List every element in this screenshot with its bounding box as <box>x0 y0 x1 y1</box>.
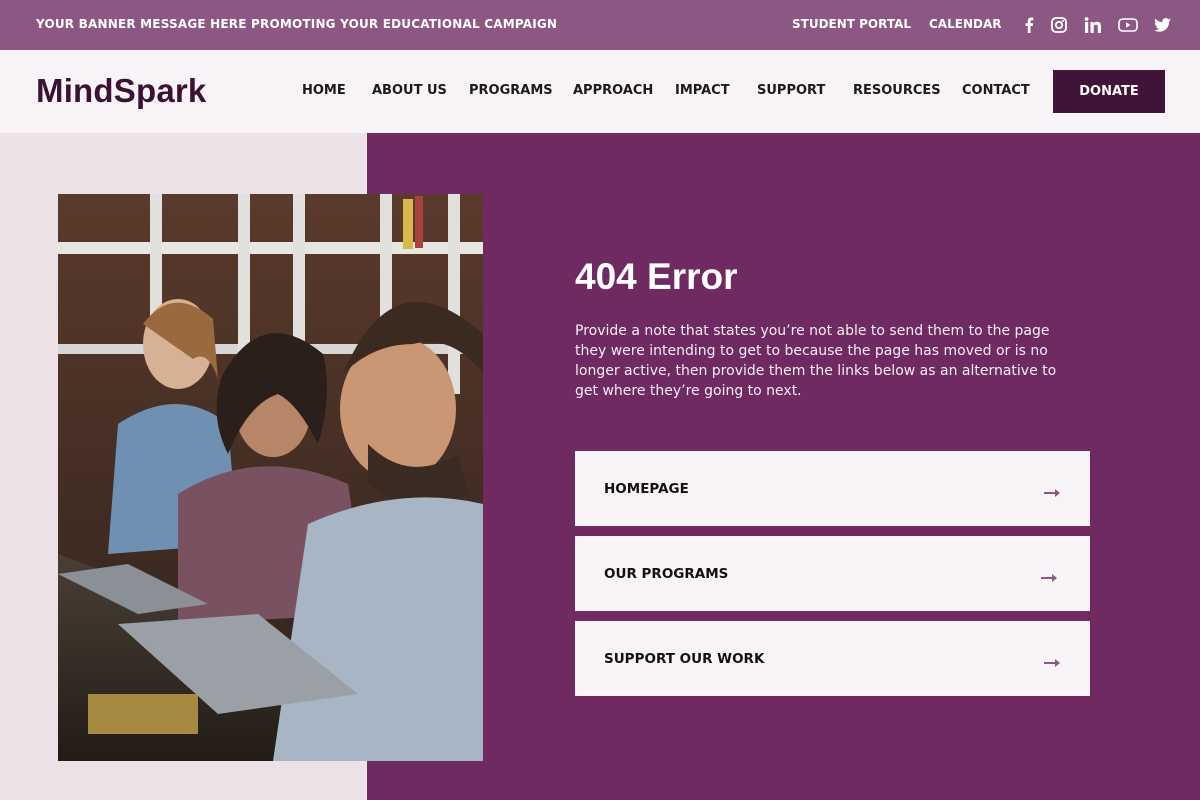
nav-item-about-us[interactable]: ABOUT US <box>372 83 447 98</box>
nav-item-approach[interactable]: APPROACH <box>573 83 653 98</box>
linkedin-icon[interactable] <box>1082 14 1104 36</box>
main-nav: MindSpark HOME ABOUT US PROGRAMS APPROAC… <box>0 50 1200 133</box>
students-photo <box>58 194 483 761</box>
twitter-icon[interactable] <box>1151 14 1173 36</box>
arrow-right-icon <box>1044 483 1062 502</box>
our-programs-link-card[interactable]: OUR PROGRAMS <box>575 536 1090 611</box>
nav-item-contact[interactable]: CONTACT <box>962 83 1030 98</box>
nav-item-resources[interactable]: RESOURCES <box>853 83 941 98</box>
calendar-link[interactable]: CALENDAR <box>929 17 1001 31</box>
support-our-work-link-label: SUPPORT OUR WORK <box>604 651 765 667</box>
nav-item-support[interactable]: SUPPORT <box>757 83 825 98</box>
logo[interactable]: MindSpark <box>36 72 207 110</box>
our-programs-link-label: OUR PROGRAMS <box>604 566 729 582</box>
arrow-right-icon <box>1044 653 1062 672</box>
nav-item-programs[interactable]: PROGRAMS <box>469 83 553 98</box>
youtube-icon[interactable] <box>1117 14 1139 36</box>
instagram-icon[interactable] <box>1048 14 1070 36</box>
error-description: Provide a note that states you’re not ab… <box>575 323 1057 399</box>
donate-button[interactable]: DONATE <box>1053 70 1165 113</box>
top-banner: YOUR BANNER MESSAGE HERE PROMOTING YOUR … <box>0 0 1200 50</box>
homepage-link-card[interactable]: HOMEPAGE <box>575 451 1090 526</box>
support-our-work-link-card[interactable]: SUPPORT OUR WORK <box>575 621 1090 696</box>
homepage-link-label: HOMEPAGE <box>604 481 689 497</box>
nav-item-home[interactable]: HOME <box>302 83 346 98</box>
banner-message: YOUR BANNER MESSAGE HERE PROMOTING YOUR … <box>36 17 558 31</box>
student-portal-link[interactable]: STUDENT PORTAL <box>792 17 911 31</box>
page-title: 404 Error <box>575 256 738 297</box>
arrow-right-icon <box>1041 568 1059 587</box>
nav-item-impact[interactable]: IMPACT <box>675 83 730 98</box>
facebook-icon[interactable] <box>1018 14 1040 36</box>
